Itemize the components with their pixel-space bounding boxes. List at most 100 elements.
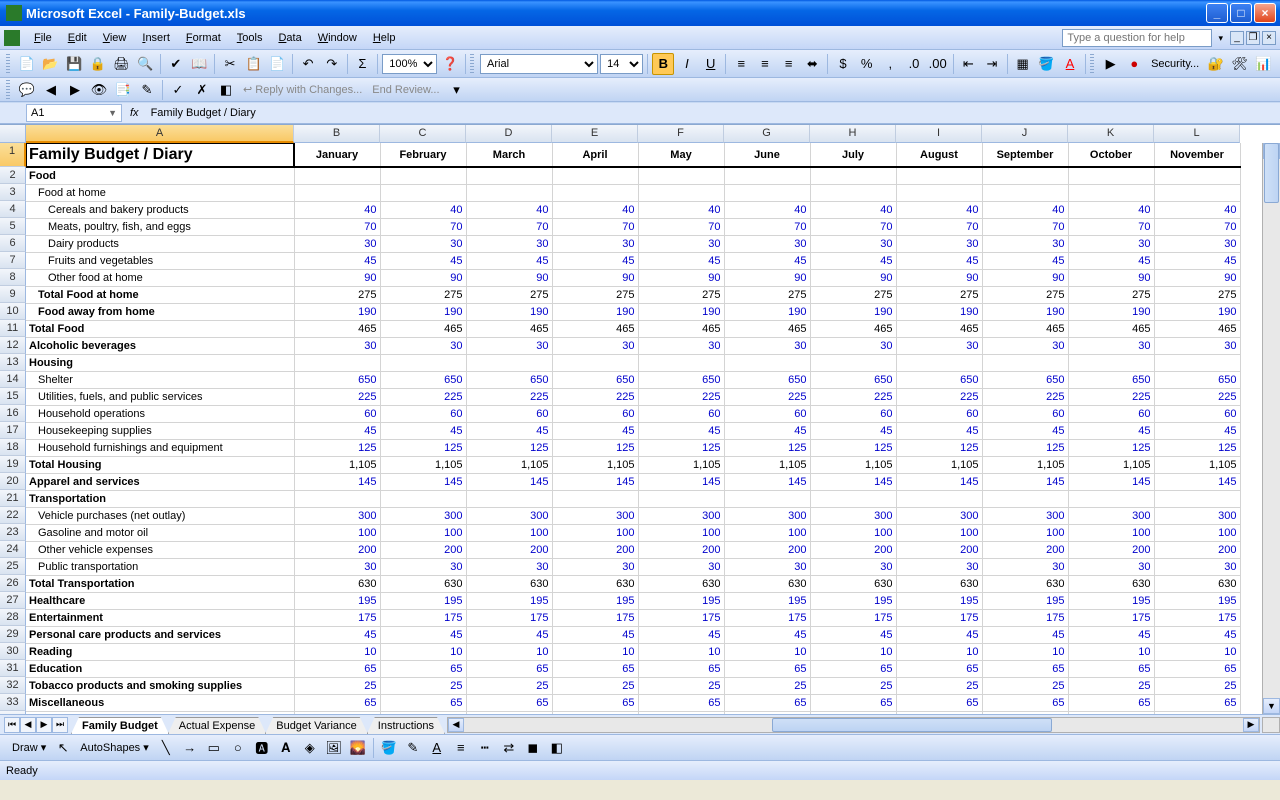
cell-A30[interactable]: Reading xyxy=(26,643,294,660)
redo-icon[interactable]: ↷ xyxy=(321,53,343,75)
increase-decimal-icon[interactable]: .0 xyxy=(903,53,925,75)
cell-B17[interactable]: 45 xyxy=(294,422,380,439)
cell-C19[interactable]: 1,105 xyxy=(380,456,466,473)
cell-F26[interactable]: 630 xyxy=(638,575,724,592)
cell-C26[interactable]: 630 xyxy=(380,575,466,592)
column-header-B[interactable]: B xyxy=(294,125,380,143)
row-header-27[interactable]: 27 xyxy=(0,592,26,609)
column-header-C[interactable]: C xyxy=(380,125,466,143)
cell-E18[interactable]: 125 xyxy=(552,439,638,456)
cell-C5[interactable]: 70 xyxy=(380,218,466,235)
cell-I4[interactable]: 40 xyxy=(896,201,982,218)
cell-C24[interactable]: 200 xyxy=(380,541,466,558)
cell-J6[interactable]: 30 xyxy=(982,235,1068,252)
cell-I25[interactable]: 30 xyxy=(896,558,982,575)
diagram-icon[interactable]: ◈ xyxy=(299,737,321,759)
cell-B8[interactable]: 90 xyxy=(294,269,380,286)
column-header-L[interactable]: L xyxy=(1154,125,1240,143)
cell-C1[interactable]: February xyxy=(380,143,466,167)
cell-D18[interactable]: 125 xyxy=(466,439,552,456)
cell-K34[interactable]: 105 xyxy=(1068,711,1154,714)
cell-C29[interactable]: 45 xyxy=(380,626,466,643)
cell-E21[interactable] xyxy=(552,490,638,507)
cell-F4[interactable]: 40 xyxy=(638,201,724,218)
cell-K10[interactable]: 190 xyxy=(1068,303,1154,320)
cell-E10[interactable]: 190 xyxy=(552,303,638,320)
row-header-20[interactable]: 20 xyxy=(0,473,26,490)
sheet-tab-budget-variance[interactable]: Budget Variance xyxy=(265,717,368,734)
open-icon[interactable]: 📂 xyxy=(40,53,62,75)
cell-F5[interactable]: 70 xyxy=(638,218,724,235)
cell-I9[interactable]: 275 xyxy=(896,286,982,303)
cell-A21[interactable]: Transportation xyxy=(26,490,294,507)
cell-G4[interactable]: 40 xyxy=(724,201,810,218)
cell-K29[interactable]: 45 xyxy=(1068,626,1154,643)
cell-E14[interactable]: 650 xyxy=(552,371,638,388)
cell-J30[interactable]: 10 xyxy=(982,643,1068,660)
cell-D29[interactable]: 45 xyxy=(466,626,552,643)
cell-C8[interactable]: 90 xyxy=(380,269,466,286)
cell-G8[interactable]: 90 xyxy=(724,269,810,286)
cell-J26[interactable]: 630 xyxy=(982,575,1068,592)
cell-G11[interactable]: 465 xyxy=(724,320,810,337)
print-icon[interactable]: 🖨 xyxy=(111,53,133,75)
play-icon[interactable]: ▶ xyxy=(1100,53,1122,75)
protect-icon[interactable]: 🔐 xyxy=(1205,53,1227,75)
cell-F23[interactable]: 100 xyxy=(638,524,724,541)
row-header-29[interactable]: 29 xyxy=(0,626,26,643)
cell-I3[interactable] xyxy=(896,184,982,201)
cell-A29[interactable]: Personal care products and services xyxy=(26,626,294,643)
cell-K7[interactable]: 45 xyxy=(1068,252,1154,269)
cell-I11[interactable]: 465 xyxy=(896,320,982,337)
cell-I5[interactable]: 70 xyxy=(896,218,982,235)
cell-L18[interactable]: 125 xyxy=(1154,439,1240,456)
cell-E20[interactable]: 145 xyxy=(552,473,638,490)
formula-input[interactable]: Family Budget / Diary xyxy=(145,107,1280,119)
cell-I6[interactable]: 30 xyxy=(896,235,982,252)
cell-C4[interactable]: 40 xyxy=(380,201,466,218)
cell-I26[interactable]: 630 xyxy=(896,575,982,592)
cell-F9[interactable]: 275 xyxy=(638,286,724,303)
cell-L13[interactable] xyxy=(1154,354,1240,371)
cell-D2[interactable] xyxy=(466,167,552,184)
cell-K31[interactable]: 65 xyxy=(1068,660,1154,677)
cell-I15[interactable]: 225 xyxy=(896,388,982,405)
autosum-icon[interactable]: Σ xyxy=(352,53,374,75)
autoshapes-menu[interactable]: AutoShapes ▾ xyxy=(76,741,153,754)
rectangle-icon[interactable]: ▭ xyxy=(203,737,225,759)
track-icon[interactable]: ◧ xyxy=(215,79,237,101)
row-header-25[interactable]: 25 xyxy=(0,558,26,575)
cell-C9[interactable]: 275 xyxy=(380,286,466,303)
cell-I12[interactable]: 30 xyxy=(896,337,982,354)
row-header-28[interactable]: 28 xyxy=(0,609,26,626)
print-preview-icon[interactable]: 🔍 xyxy=(134,53,156,75)
cell-F31[interactable]: 65 xyxy=(638,660,724,677)
column-header-A[interactable]: A xyxy=(26,125,294,143)
cell-K12[interactable]: 30 xyxy=(1068,337,1154,354)
cell-C2[interactable] xyxy=(380,167,466,184)
cell-H18[interactable]: 125 xyxy=(810,439,896,456)
row-header-33[interactable]: 33 xyxy=(0,694,26,711)
cell-L28[interactable]: 175 xyxy=(1154,609,1240,626)
cell-J15[interactable]: 225 xyxy=(982,388,1068,405)
cell-H16[interactable]: 60 xyxy=(810,405,896,422)
cell-A31[interactable]: Education xyxy=(26,660,294,677)
cell-G1[interactable]: June xyxy=(724,143,810,167)
select-all-corner[interactable] xyxy=(0,125,26,143)
cell-B27[interactable]: 195 xyxy=(294,592,380,609)
cell-D6[interactable]: 30 xyxy=(466,235,552,252)
cell-D25[interactable]: 30 xyxy=(466,558,552,575)
row-header-23[interactable]: 23 xyxy=(0,524,26,541)
cell-I2[interactable] xyxy=(896,167,982,184)
cell-I32[interactable]: 25 xyxy=(896,677,982,694)
cell-K17[interactable]: 45 xyxy=(1068,422,1154,439)
row-header-32[interactable]: 32 xyxy=(0,677,26,694)
cell-G14[interactable]: 650 xyxy=(724,371,810,388)
cell-C10[interactable]: 190 xyxy=(380,303,466,320)
cell-G15[interactable]: 225 xyxy=(724,388,810,405)
cell-D31[interactable]: 65 xyxy=(466,660,552,677)
cell-F1[interactable]: May xyxy=(638,143,724,167)
italic-button[interactable]: I xyxy=(676,53,698,75)
cell-A27[interactable]: Healthcare xyxy=(26,592,294,609)
cell-L19[interactable]: 1,105 xyxy=(1154,456,1240,473)
